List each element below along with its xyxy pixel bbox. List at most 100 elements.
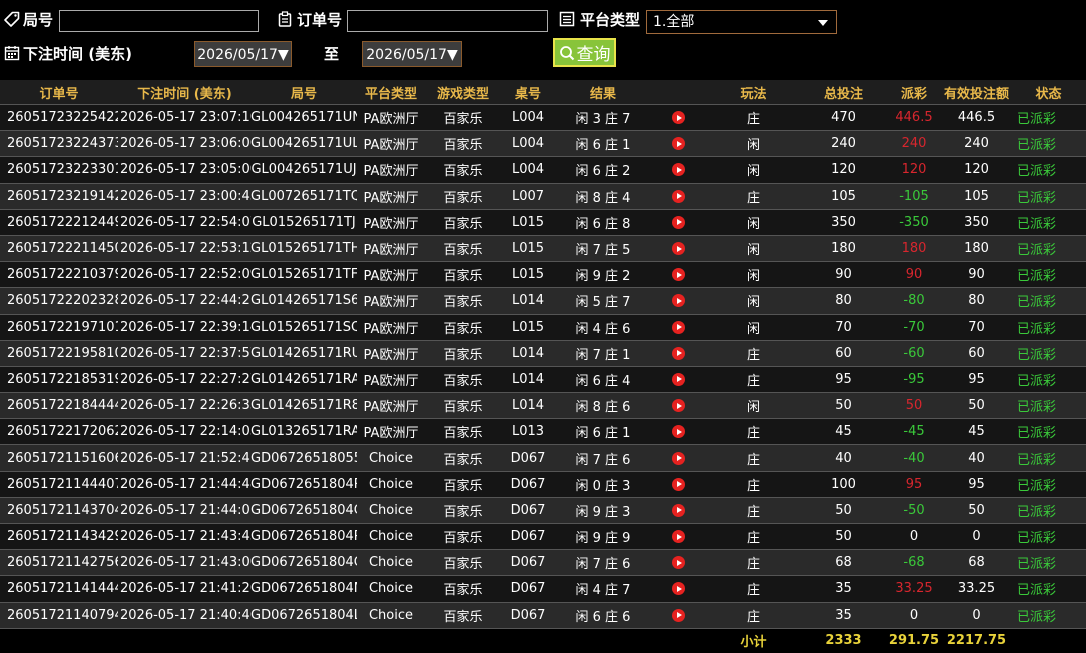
table-row: 2605172322330162026-05-17 23:05:00GL0042… [0,156,1086,184]
play-video-icon[interactable] [672,425,685,439]
cell-game-no: GD0672651804Q [251,497,357,525]
cell-platform: Choice [357,575,425,603]
date-from-select[interactable]: 2026/05/17▼ [194,41,292,67]
cell-platform: PA欧洲厅 [357,235,425,263]
date-to-select[interactable]: 2026/05/17▼ [362,41,462,67]
cell-table-no: L015 [501,261,555,289]
play-video-icon[interactable] [672,451,685,465]
play-video-icon[interactable] [672,215,685,229]
play-video-icon[interactable] [672,582,685,596]
cell-result: 闲 6 庄 4 [555,366,651,394]
table-row: 2605172221145082026-05-17 22:53:12GL0152… [0,235,1086,263]
play-video-icon[interactable] [672,137,685,151]
cell-order-no: 260517232233016 [0,156,118,184]
play-video-icon[interactable] [672,111,685,125]
cell-platform: Choice [357,444,425,472]
platform-type-select[interactable]: 1.全部 [646,10,837,34]
cell-bet-type: 庄 [706,366,801,394]
cell-table-no: L014 [501,287,555,315]
cell-bet-type: 庄 [706,471,801,498]
cell-order-no: 260517211427567 [0,549,118,577]
cell-game-no: GL015265171TF [251,261,357,289]
cell-result: 闲 3 庄 7 [555,104,651,132]
cell-status: 已派彩 [1011,130,1086,158]
cell-status: 已派彩 [1011,418,1086,446]
cell-order-no: 260517221958100 [0,340,118,367]
cell-total-bet: 35 [801,602,886,629]
search-icon [559,45,575,61]
cell-valid-bet: 120 [942,156,1011,184]
play-video-icon[interactable] [672,530,685,544]
cell-valid-bet: 80 [942,287,1011,315]
cell-game-type: 百家乐 [425,287,501,315]
play-video-icon[interactable] [672,163,685,177]
cell-game-type: 百家乐 [425,549,501,577]
play-video-icon[interactable] [672,346,685,360]
cell-table-no: D067 [501,471,555,498]
cell-status: 已派彩 [1011,549,1086,577]
cell-game-no: GD0672651804M [251,575,357,603]
cell-status: 已派彩 [1011,471,1086,498]
cell-valid-bet: 90 [942,261,1011,289]
cell-order-no: 260517211414445 [0,575,118,603]
play-video-icon[interactable] [672,320,685,334]
game-no-input[interactable] [59,10,259,32]
cell-result-video [651,156,706,184]
cell-result: 闲 6 庄 1 [555,130,651,158]
cell-status: 已派彩 [1011,366,1086,394]
cell-status: 已派彩 [1011,314,1086,341]
query-button[interactable]: 查询 [553,38,616,67]
cell-bet-type: 闲 [706,235,801,263]
cell-bet-time: 2026-05-17 22:39:14 [118,314,251,341]
cell-platform: Choice [357,549,425,577]
table-row: 2605172114079442026-05-17 21:40:46GD0672… [0,602,1086,629]
play-video-icon[interactable] [672,294,685,308]
order-no-input[interactable] [347,10,548,32]
cell-total-bet: 70 [801,314,886,341]
cell-result: 闲 6 庄 1 [555,418,651,446]
cell-status: 已派彩 [1011,340,1086,367]
play-video-icon[interactable] [672,372,685,386]
cell-status: 已派彩 [1011,575,1086,603]
play-video-icon[interactable] [672,242,685,256]
cell-table-no: L015 [501,209,555,236]
cell-platform: Choice [357,497,425,525]
cell-total-bet: 50 [801,497,886,525]
cell-order-no: 260517221720628 [0,418,118,446]
cell-bet-type: 庄 [706,444,801,472]
cell-payout: 33.25 [886,575,942,603]
cell-platform: PA欧洲厅 [357,104,425,132]
cell-payout: -50 [886,497,942,525]
play-video-icon[interactable] [672,189,685,203]
cell-game-type: 百家乐 [425,183,501,210]
table-row: 2605172114342902026-05-17 21:43:43GD0672… [0,523,1086,551]
cell-result-video [651,575,706,603]
cell-platform: Choice [357,471,425,498]
cell-status: 已派彩 [1011,497,1086,525]
cell-table-no: D067 [501,602,555,629]
play-video-icon[interactable] [672,556,685,570]
cell-valid-bet: 240 [942,130,1011,158]
cell-payout: -350 [886,209,942,236]
cell-payout: 90 [886,261,942,289]
cell-total-bet: 80 [801,287,886,315]
cell-platform: Choice [357,523,425,551]
play-video-icon[interactable] [672,477,685,491]
cell-table-no: L015 [501,314,555,341]
bet-time-label: 下注时间 (美东) [23,45,132,63]
cell-result-video [651,130,706,158]
play-video-icon[interactable] [672,268,685,282]
cell-game-no: GL014265171RU [251,340,357,367]
cell-bet-time: 2026-05-17 22:52:09 [118,261,251,289]
cell-total-bet: 35 [801,575,886,603]
play-video-icon[interactable] [672,399,685,413]
cell-platform: PA欧洲厅 [357,183,425,210]
cell-valid-bet: 0 [942,602,1011,629]
cell-bet-type: 闲 [706,314,801,341]
bet-records-table: 订单号 下注时间 (美东) 局号 平台类型 游戏类型 桌号 结果 玩法 总投注 … [0,80,1086,653]
play-video-icon[interactable] [672,503,685,517]
cell-game-no: GL007265171TQ [251,183,357,210]
table-row: 2605172217206282026-05-17 22:14:03GL0132… [0,418,1086,446]
play-video-icon[interactable] [672,608,685,622]
cell-order-no: 260517211407944 [0,602,118,629]
